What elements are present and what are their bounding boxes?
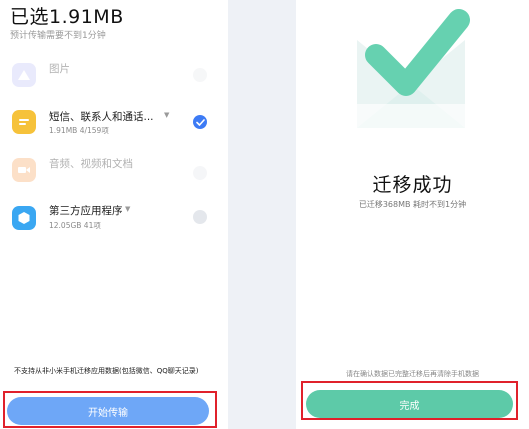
success-title: 迁移成功 (372, 174, 453, 196)
item-label: 第三方应用程序 (49, 205, 123, 217)
item-meta: 12.05GB 41项 (49, 221, 101, 230)
image-icon (12, 63, 36, 87)
chevron-down-icon[interactable]: ▼ (125, 205, 130, 213)
selected-size-title: 已选1.91MB (10, 6, 124, 28)
item-label: 图片 (49, 63, 70, 75)
highlight-box (3, 391, 217, 428)
item-meta: 1.91MB 4/159项 (49, 126, 109, 135)
list-item-photos[interactable]: 图片 (0, 55, 228, 99)
unsupported-note: 不支持从非小米手机迁移应用数据(包括微信、QQ聊天记录) (14, 367, 199, 375)
item-label: 短信、联系人和通话... (49, 111, 154, 123)
media-docs-checkbox[interactable] (193, 166, 207, 180)
chevron-down-icon[interactable]: ▼ (164, 111, 169, 119)
apps-checkbox[interactable] (193, 210, 207, 224)
app-icon (12, 206, 36, 230)
list-item-media-docs[interactable]: 音频、视频和文档 (0, 150, 228, 194)
sms-contacts-checkbox[interactable] (193, 115, 207, 129)
highlight-box (301, 381, 518, 420)
clear-data-tip: 请在确认数据已完整迁移后再清除手机数据 (346, 370, 479, 378)
estimated-time-text: 预计传输需要不到1分钟 (10, 31, 106, 41)
list-item-sms-contacts[interactable]: 短信、联系人和通话... ▼ 1.91MB 4/159项 (0, 100, 228, 144)
item-label: 音频、视频和文档 (49, 158, 133, 170)
photos-checkbox[interactable] (193, 68, 207, 82)
selection-screen: 已选1.91MB 预计传输需要不到1分钟 图片 短信、联系人和通话... ▼ 1… (0, 0, 228, 429)
video-icon (12, 158, 36, 182)
success-check-illustration (357, 9, 470, 128)
success-screen: 迁移成功 已迁移368MB 耗时不到1分钟 请在确认数据已完整迁移后再清除手机数… (296, 0, 529, 429)
migration-summary: 已迁移368MB 耗时不到1分钟 (358, 200, 467, 209)
chat-icon (12, 110, 36, 134)
list-item-apps[interactable]: 第三方应用程序 ▼ 12.05GB 41项 (0, 198, 228, 242)
migration-screens: 已选1.91MB 预计传输需要不到1分钟 图片 短信、联系人和通话... ▼ 1… (0, 0, 529, 429)
